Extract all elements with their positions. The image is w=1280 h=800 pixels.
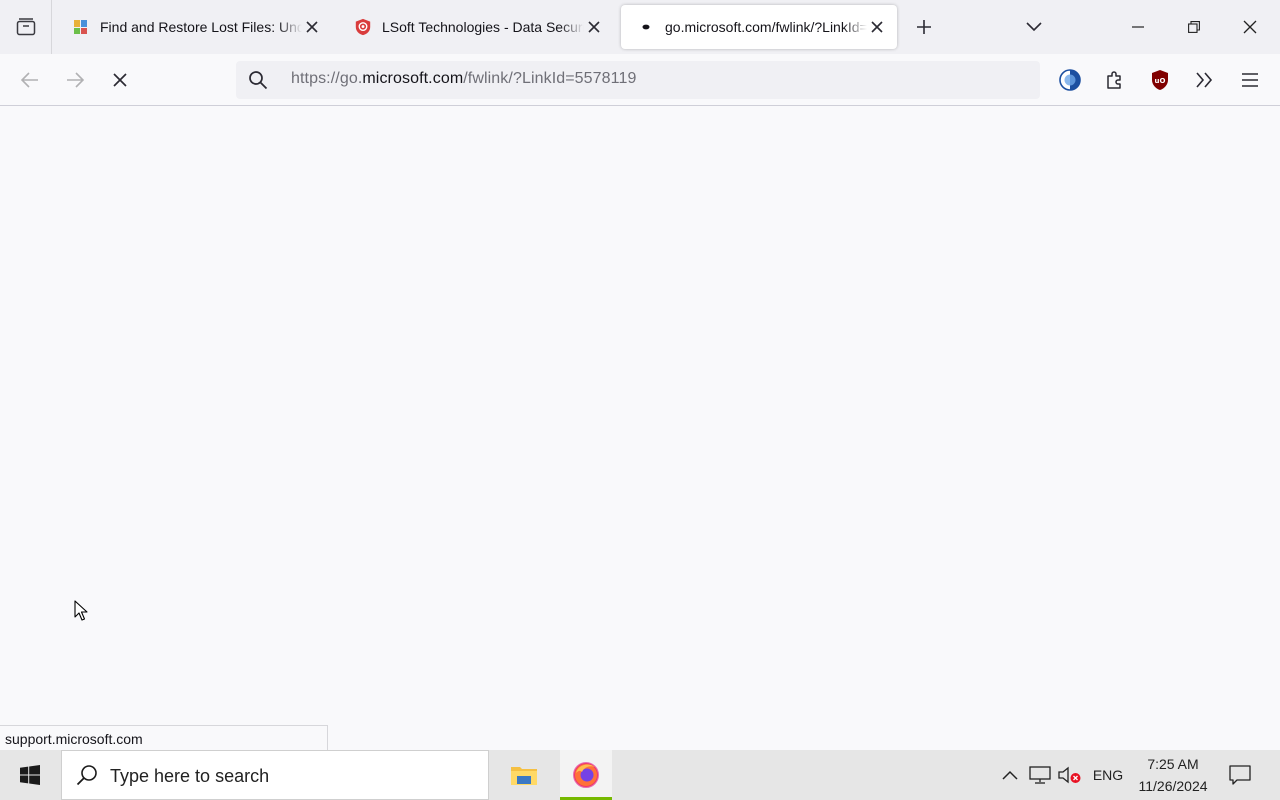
overflow-menu-button[interactable]	[1187, 63, 1221, 97]
close-tab-icon[interactable]	[867, 17, 887, 37]
tab-lsoft[interactable]: LSoft Technologies - Data Security	[338, 5, 614, 49]
speaker-muted-icon	[1058, 766, 1082, 784]
chevron-down-icon	[1026, 22, 1042, 32]
clock-date: 11/26/2024	[1138, 778, 1208, 794]
action-center-button[interactable]	[1224, 750, 1256, 800]
tab-find-restore[interactable]: Find and Restore Lost Files: Undelete	[56, 5, 332, 49]
minimize-icon	[1132, 26, 1144, 28]
mouse-cursor-icon	[74, 600, 88, 622]
firefox-taskbar-button[interactable]	[560, 750, 612, 800]
language-indicator: ENG	[1092, 767, 1124, 783]
url-domain: microsoft.com	[362, 70, 464, 87]
volume-tray-button[interactable]	[1056, 750, 1084, 800]
taskbar-search-box[interactable]: Type here to search	[61, 750, 489, 800]
close-icon	[1243, 20, 1257, 34]
show-hidden-icons-button[interactable]	[996, 750, 1024, 800]
restore-button[interactable]	[1166, 0, 1222, 54]
taskbar-clock[interactable]: 7:25 AM 11/26/2024	[1130, 753, 1216, 797]
colorful-file-favicon-icon	[72, 18, 90, 36]
half-moon-icon	[1058, 68, 1082, 92]
windows-logo-icon	[20, 765, 40, 785]
file-explorer-taskbar-button[interactable]	[498, 750, 550, 800]
ublock-origin-button[interactable]: uO	[1143, 63, 1177, 97]
folder-icon	[510, 763, 538, 787]
chevron-up-icon	[1002, 770, 1018, 780]
network-icon	[1029, 766, 1051, 784]
minimize-button[interactable]	[1110, 0, 1166, 54]
close-tab-icon[interactable]	[302, 17, 322, 37]
back-button[interactable]	[13, 63, 47, 97]
search-icon	[248, 70, 268, 90]
search-icon	[76, 764, 98, 786]
firefox-icon	[572, 761, 600, 789]
status-panel: support.microsoft.com	[0, 725, 328, 750]
tab-overview-button[interactable]	[0, 0, 52, 54]
tab-strip: Find and Restore Lost Files: Undelete LS…	[0, 0, 1280, 54]
tab-title: LSoft Technologies - Data Security	[382, 19, 584, 35]
loading-dot-icon	[637, 18, 655, 36]
taskbar-search-placeholder: Type here to search	[110, 766, 270, 786]
plus-icon	[916, 19, 932, 35]
clock-time: 7:25 AM	[1147, 756, 1199, 772]
close-window-button[interactable]	[1222, 0, 1278, 54]
start-button[interactable]	[0, 750, 60, 800]
tab-go-microsoft[interactable]: go.microsoft.com/fwlink/?LinkId=5578119	[621, 5, 897, 49]
close-tab-icon[interactable]	[584, 17, 604, 37]
list-all-tabs-button[interactable]	[1018, 10, 1050, 44]
hamburger-menu-icon	[1242, 73, 1258, 87]
stop-loading-button[interactable]	[103, 63, 137, 97]
arrow-left-icon	[21, 72, 39, 88]
tab-overview-icon	[16, 18, 36, 36]
stop-icon	[113, 73, 127, 87]
tab-title: go.microsoft.com/fwlink/?LinkId=5578119	[665, 19, 867, 35]
taskbar: Type here to search ENG 7:25 AM 11/26/20…	[0, 750, 1280, 800]
restore-icon	[1188, 21, 1200, 33]
dark-reader-extension-button[interactable]	[1053, 63, 1087, 97]
network-tray-button[interactable]	[1026, 750, 1054, 800]
address-bar-url[interactable]: https://go.microsoft.com/fwlink/?LinkId=…	[291, 70, 637, 88]
new-tab-button[interactable]	[908, 10, 940, 44]
page-content	[0, 106, 1280, 750]
extensions-button[interactable]	[1098, 63, 1132, 97]
url-suffix: /fwlink/?LinkId=5578119	[463, 70, 637, 87]
red-shield-favicon-icon	[354, 18, 372, 36]
ublock-shield-icon: uO	[1150, 69, 1170, 91]
tab-title: Find and Restore Lost Files: Undelete	[100, 19, 302, 35]
app-menu-button[interactable]	[1233, 63, 1267, 97]
arrow-right-icon	[66, 72, 84, 88]
url-prefix: https://go.	[291, 70, 363, 87]
navigation-toolbar: https://go.microsoft.com/fwlink/?LinkId=…	[0, 54, 1280, 106]
svg-text:uO: uO	[1155, 77, 1166, 85]
status-url-text: support.microsoft.com	[5, 731, 143, 747]
input-language-button[interactable]: ENG	[1088, 750, 1128, 800]
forward-button[interactable]	[58, 63, 92, 97]
notification-icon	[1229, 765, 1251, 785]
double-chevron-right-icon	[1195, 72, 1213, 88]
address-bar[interactable]: https://go.microsoft.com/fwlink/?LinkId=…	[236, 61, 1040, 99]
puzzle-icon	[1105, 70, 1125, 90]
